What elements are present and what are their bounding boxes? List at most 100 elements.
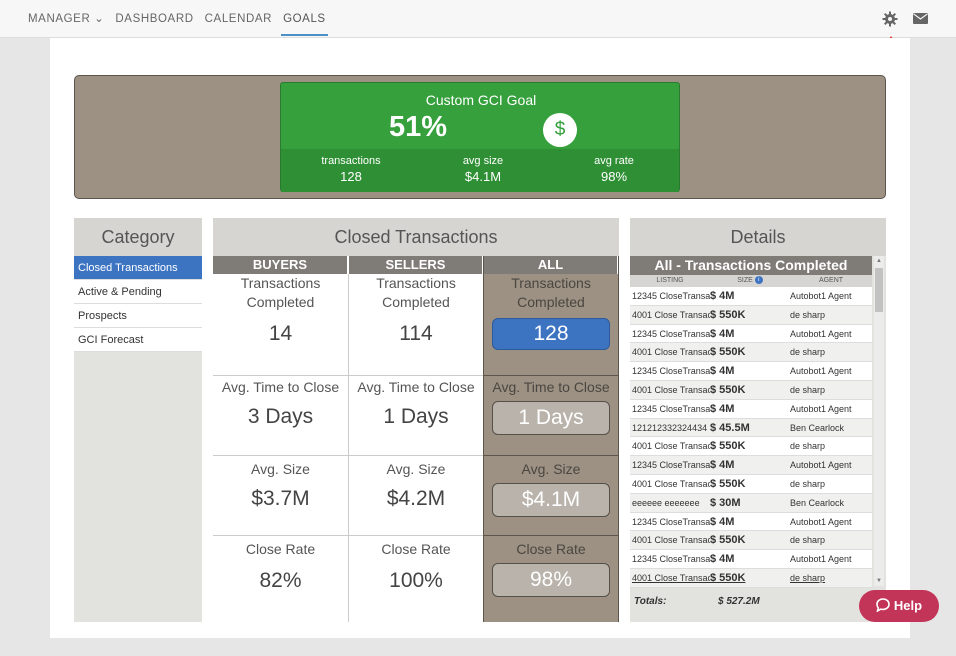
- row-agent: Autobot1 Agent: [790, 366, 852, 377]
- stat-avg-rate: avg rate 98%: [554, 155, 674, 184]
- rate-cell: Close Rate 100%: [349, 536, 483, 622]
- table-row[interactable]: 12345 CloseTransa $ 4M Autobot1 Agent: [630, 399, 872, 419]
- row-agent: de sharp: [790, 384, 826, 395]
- table-row[interactable]: 12345 CloseTransa $ 4M Autobot1 Agent: [630, 550, 872, 569]
- gci-goal-card: Custom GCI Goal 51% $ transactions 128 a…: [280, 82, 680, 192]
- table-row[interactable]: 121212332324434 $ 45.5M Ben Cearlock: [630, 418, 872, 438]
- row-size: $ 550K: [710, 308, 746, 321]
- row-listing: 12345 CloseTransa: [632, 554, 710, 565]
- category-item-prospects[interactable]: Prospects: [74, 304, 202, 328]
- table-row[interactable]: eeeeee eeeeeee $ 30M Ben Cearlock: [630, 493, 872, 513]
- table-row[interactable]: 4001 Close Transac $ 550K de sharp: [630, 474, 872, 494]
- info-icon[interactable]: i: [754, 276, 763, 285]
- table-row[interactable]: 12345 CloseTransa $ 4M Autobot1 Agent: [630, 456, 872, 475]
- cell-label: Transactions Completed: [376, 275, 456, 310]
- scroll-up-icon[interactable]: ▲: [875, 257, 883, 265]
- stat-value: 98%: [600, 169, 628, 184]
- row-listing: 12345 CloseTransa: [632, 460, 710, 471]
- chat-bubble-icon: [876, 598, 890, 613]
- cell-value: 1 Days: [383, 405, 449, 428]
- row-listing: 12345 CloseTransa: [632, 328, 710, 339]
- stat-label: transactions: [321, 155, 381, 167]
- row-agent: de sharp: [790, 347, 826, 358]
- category-title: Category: [74, 218, 202, 256]
- table-row[interactable]: 12345 CloseTransa $ 4M Autobot1 Agent: [630, 362, 872, 381]
- nav-item-dashboard[interactable]: DASHBOARD: [115, 0, 193, 38]
- row-listing: 4001 Close Transac: [632, 478, 710, 489]
- completed-cell: Transactions Completed 114: [349, 274, 483, 376]
- table-row[interactable]: 4001 Close Transac $ 550K de sharp: [630, 437, 872, 457]
- row-size: $ 4M: [710, 365, 735, 378]
- row-size: $ 4M: [710, 459, 735, 472]
- category-item-gci-forecast[interactable]: GCI Forecast: [74, 328, 202, 352]
- row-size: $ 4M: [710, 327, 735, 340]
- row-size: $ 4M: [710, 402, 735, 415]
- row-agent: Autobot1 Agent: [790, 403, 852, 414]
- table-row[interactable]: 4001 Close Transac $ 550K de sharp: [630, 531, 872, 551]
- table-row[interactable]: 4001 Close Transac $ 550K de sharp: [630, 568, 872, 588]
- row-listing: eeeeee eeeeeee: [632, 497, 700, 508]
- row-size: $ 45.5M: [710, 421, 750, 434]
- row-listing: 12345 CloseTransa: [632, 366, 710, 377]
- header-listing[interactable]: LISTING: [630, 275, 710, 287]
- cell-value: $4.2M: [386, 487, 446, 510]
- size-cell: Avg. Size $4.2M: [349, 456, 483, 536]
- help-button[interactable]: Help: [859, 590, 939, 622]
- column-all: ALL Transactions Completed 128 Avg. Time…: [483, 256, 619, 622]
- header-size[interactable]: SIZE i: [710, 275, 790, 287]
- cell-label: Transactions Completed: [240, 275, 321, 310]
- stat-label: avg rate: [594, 155, 634, 167]
- header-size-label: SIZE: [737, 277, 753, 284]
- category-item-active-pending[interactable]: Active & Pending: [74, 280, 202, 304]
- details-table-title: All - Transactions Completed: [630, 256, 872, 275]
- dollar-icon: $: [543, 113, 577, 147]
- details-title: Details: [630, 218, 886, 256]
- row-size: $ 550K: [710, 440, 746, 453]
- row-listing: 12345 CloseTransa: [632, 291, 710, 301]
- time-cell: Avg. Time to Close 3 Days: [213, 376, 348, 456]
- nav-item-goals[interactable]: GOALS: [281, 0, 328, 38]
- nav-item-calendar[interactable]: CALENDAR: [205, 0, 272, 38]
- gear-icon[interactable]: [882, 11, 898, 27]
- table-row[interactable]: 4001 Close Transac $ 550K de sharp: [630, 380, 872, 400]
- column-buyers: BUYERS Transactions Completed 14 Avg. Ti…: [213, 256, 348, 622]
- row-listing: 4001 Close Transac: [632, 441, 710, 452]
- cell-value: 82%: [259, 569, 302, 592]
- scrollbar-thumb[interactable]: [875, 268, 883, 312]
- closed-transactions-grid: BUYERS Transactions Completed 14 Avg. Ti…: [213, 256, 619, 622]
- table-row[interactable]: 12345 CloseTransa $ 4M Autobot1 Agent: [630, 324, 872, 344]
- details-rows: 12345 CloseTransa $ 4M Autobot1 Agent 4001…: [630, 287, 872, 588]
- row-agent: Autobot1 Agent: [790, 554, 852, 565]
- cell-value: 114: [399, 322, 433, 345]
- row-size: $ 4M: [710, 515, 735, 528]
- table-row[interactable]: 4001 Close Transac $ 550K de sharp: [630, 343, 872, 363]
- cell-label: Avg. Time to Close: [221, 379, 340, 395]
- table-row[interactable]: 12345 CloseTransa $ 4M Autobot1 Agent: [630, 512, 872, 532]
- completed-cell: Transactions Completed 128: [484, 274, 618, 376]
- row-size: $ 550K: [710, 346, 746, 359]
- header-agent[interactable]: AGENT: [790, 275, 872, 287]
- table-row[interactable]: 12345 CloseTransa $ 4M Autobot1 Agent: [630, 287, 872, 306]
- time-cell: Avg. Time to Close 1 Days: [484, 376, 618, 456]
- help-label: Help: [893, 598, 923, 613]
- mail-icon[interactable]: [913, 13, 928, 24]
- cell-label: Avg. Time to Close: [492, 379, 610, 395]
- row-size: $ 4M: [710, 290, 735, 302]
- row-agent: de sharp: [790, 441, 826, 452]
- row-listing: 4001 Close Transac: [632, 572, 710, 583]
- row-agent: Ben Cearlock: [790, 497, 845, 508]
- nav-item-manager[interactable]: MANAGER ⌄: [28, 0, 104, 38]
- details-totals: Totals: $ 527.2M: [634, 596, 760, 607]
- row-agent: Ben Cearlock: [790, 422, 845, 433]
- scroll-down-icon[interactable]: ▼: [875, 577, 883, 585]
- details-scrollbar[interactable]: ▲ ▼: [874, 256, 884, 586]
- column-header: BUYERS: [213, 256, 348, 274]
- cell-value: 100%: [389, 569, 443, 592]
- category-item-closed-transactions[interactable]: Closed Transactions: [74, 256, 202, 280]
- row-listing: 121212332324434: [632, 422, 708, 433]
- stat-avg-size: avg size $4.1M: [423, 155, 543, 184]
- size-cell: Avg. Size $4.1M: [484, 456, 618, 536]
- table-row[interactable]: 4001 Close Transac $ 550K de sharp: [630, 305, 872, 325]
- details-table-header: LISTING SIZE i AGENT: [630, 275, 872, 287]
- stat-value: $4.1M: [464, 169, 502, 184]
